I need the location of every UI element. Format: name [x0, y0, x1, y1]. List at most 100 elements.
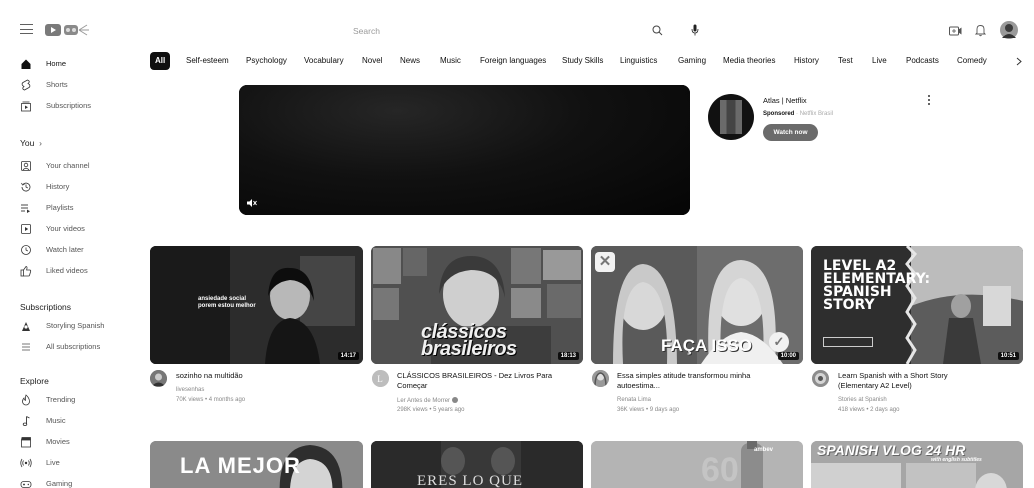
- thumbnail-caption: ERES LO QUE: [417, 473, 523, 488]
- video-thumbnail[interactable]: ✕ ✓ FAÇA ISSO 10:00: [591, 246, 803, 364]
- notifications-bell-icon[interactable]: [975, 24, 986, 37]
- chip-all[interactable]: All: [150, 52, 171, 70]
- chevron-right-icon: ›: [36, 138, 42, 148]
- sidebar-item-playlists[interactable]: Playlists: [20, 202, 138, 216]
- video-title[interactable]: Essa simples atitude transformou minha au…: [617, 371, 802, 391]
- thumbnail-caption: LA MEJOR: [180, 453, 301, 478]
- channel-avatar[interactable]: [592, 370, 609, 387]
- video-thumbnail[interactable]: ansiedade social porem estou melhor 14:1…: [150, 246, 363, 364]
- sidebar-item-your-channel[interactable]: Your channel: [20, 160, 138, 174]
- ad-title[interactable]: Atlas | Netflix: [763, 96, 807, 105]
- video-channel-name[interactable]: Ler Antes de Morrer: [397, 397, 458, 404]
- sidebar-item-trending[interactable]: Trending: [20, 394, 138, 408]
- chip-music[interactable]: Music: [440, 52, 461, 70]
- ad-channel-avatar[interactable]: [708, 94, 754, 140]
- video-thumbnail[interactable]: LEVEL A2 ELEMENTARY: SPANISH STORY 10:51: [811, 246, 1023, 364]
- create-video-icon[interactable]: [949, 26, 962, 36]
- chip-psychology[interactable]: Psychology: [246, 52, 287, 70]
- music-note-icon: [22, 416, 30, 426]
- sidebar-item-music[interactable]: Music: [20, 415, 138, 429]
- video-thumbnail[interactable]: LA MEJOR: [150, 441, 363, 488]
- account-avatar[interactable]: [1000, 21, 1018, 39]
- chevron-right-icon[interactable]: [1016, 57, 1022, 66]
- avatar-image: [812, 370, 829, 387]
- sidebar-item-shorts[interactable]: Shorts: [20, 79, 138, 93]
- search-icon[interactable]: [652, 25, 663, 36]
- menu-icon[interactable]: [20, 24, 33, 34]
- more-options-icon[interactable]: [927, 94, 931, 106]
- chip-vocabulary[interactable]: Vocabulary: [304, 52, 344, 70]
- chip-comedy[interactable]: Comedy: [957, 52, 987, 70]
- sidebar-item-watch-later[interactable]: Watch later: [20, 244, 138, 258]
- sidebar-item-your-videos[interactable]: Your videos: [20, 223, 138, 237]
- thumbnail-image: [150, 246, 363, 364]
- video-meta: 70K views • 4 months ago: [176, 397, 246, 403]
- video-thumbnail[interactable]: clássicos brasileiros 18:13: [371, 246, 583, 364]
- brand-logo-text: ambev: [754, 447, 774, 453]
- video-title-text: CLÁSSICOS BRASILEIROS - Dez Livros Para: [397, 371, 553, 380]
- sidebar-item-label: Liked videos: [46, 266, 88, 275]
- chip-live[interactable]: Live: [872, 52, 887, 70]
- sidebar-item-storyling-spanish[interactable]: Storyling Spanish: [20, 320, 138, 334]
- verified-check-icon: [451, 397, 458, 403]
- your-videos-icon: [21, 224, 31, 234]
- sidebar-item-gaming[interactable]: Gaming: [20, 478, 138, 488]
- trending-flame-icon: [22, 394, 30, 406]
- sidebar-item-movies[interactable]: Movies: [20, 436, 138, 450]
- chip-gaming[interactable]: Gaming: [678, 52, 706, 70]
- chip-history[interactable]: History: [794, 52, 819, 70]
- video-title[interactable]: sozinho na multidão: [176, 371, 356, 381]
- sidebar-item-label: Music: [46, 416, 66, 425]
- video-title-text: Essa simples atitude transformou minha: [617, 371, 751, 380]
- sidebar-item-label: History: [46, 182, 70, 191]
- chip-novel[interactable]: Novel: [362, 52, 382, 70]
- chip-test[interactable]: Test: [838, 52, 853, 70]
- sidebar-item-history[interactable]: History: [20, 181, 138, 195]
- channel-avatar[interactable]: [150, 370, 167, 387]
- sidebar-item-label: Your channel: [46, 161, 90, 170]
- ad-video-player[interactable]: [239, 85, 690, 215]
- sidebar-item-all-subscriptions[interactable]: All subscriptions: [20, 341, 138, 355]
- ad-sponsored-label: Sponsored · Netflix Brasil: [763, 111, 834, 117]
- video-thumbnail[interactable]: SPANISH VLOG 24 HR with english subtitle…: [811, 441, 1023, 488]
- sidebar-item-live[interactable]: Live: [20, 457, 138, 471]
- video-thumbnail[interactable]: ERES LO QUE: [371, 441, 583, 488]
- sidebar-item-liked-videos[interactable]: Liked videos: [20, 265, 138, 279]
- list-icon: [22, 343, 30, 351]
- gamepad-icon: [20, 481, 32, 488]
- video-title-text: Learn Spanish with a Short Story: [838, 371, 948, 380]
- sidebar-item-home[interactable]: Home: [20, 58, 138, 72]
- sidebar-item-label: Live: [46, 458, 60, 467]
- chip-linguistics[interactable]: Linguistics: [620, 52, 657, 70]
- video-title[interactable]: Learn Spanish with a Short Story (Element…: [838, 371, 1023, 391]
- video-title-text: sozinho na multidão: [176, 371, 243, 380]
- sidebar-item-label: Trending: [46, 395, 76, 404]
- video-channel-name[interactable]: Stories at Spanish: [838, 397, 887, 403]
- clapperboard-icon: [21, 437, 31, 448]
- chip-media-theories[interactable]: Media theories: [723, 52, 775, 70]
- muted-volume-icon[interactable]: [246, 198, 257, 208]
- chip-self-esteem[interactable]: Self-esteem: [186, 52, 229, 70]
- microphone-icon[interactable]: [691, 24, 699, 36]
- sponsored-badge: Sponsored: [763, 111, 795, 117]
- watch-now-button[interactable]: Watch now: [763, 124, 818, 141]
- chip-foreign-languages[interactable]: Foreign languages: [480, 52, 546, 70]
- video-thumbnail[interactable]: 60 ambev: [591, 441, 803, 488]
- chip-podcasts[interactable]: Podcasts: [906, 52, 939, 70]
- sidebar-item-label: All subscriptions: [46, 342, 101, 351]
- chip-news[interactable]: News: [400, 52, 420, 70]
- video-channel-name[interactable]: livesenhas: [176, 387, 204, 393]
- video-channel-name[interactable]: Renata Lima: [617, 397, 651, 403]
- video-title[interactable]: CLÁSSICOS BRASILEIROS - Dez Livros Para C…: [397, 371, 577, 391]
- chip-study-skills[interactable]: Study Skills: [562, 52, 603, 70]
- thumbnail-caption: ansiedade social porem estou melhor: [198, 296, 256, 309]
- video-meta: 298K views • 5 years ago: [397, 407, 465, 413]
- sidebar-you-heading[interactable]: You ›: [20, 138, 42, 148]
- youtube-logo[interactable]: [45, 22, 101, 38]
- channel-avatar[interactable]: [812, 370, 829, 387]
- video-duration: 18:13: [557, 352, 579, 360]
- svg-text:L: L: [377, 374, 383, 384]
- sidebar-item-subscriptions[interactable]: Subscriptions: [20, 100, 138, 114]
- channel-avatar[interactable]: L: [372, 370, 389, 387]
- search-input[interactable]: [353, 21, 641, 41]
